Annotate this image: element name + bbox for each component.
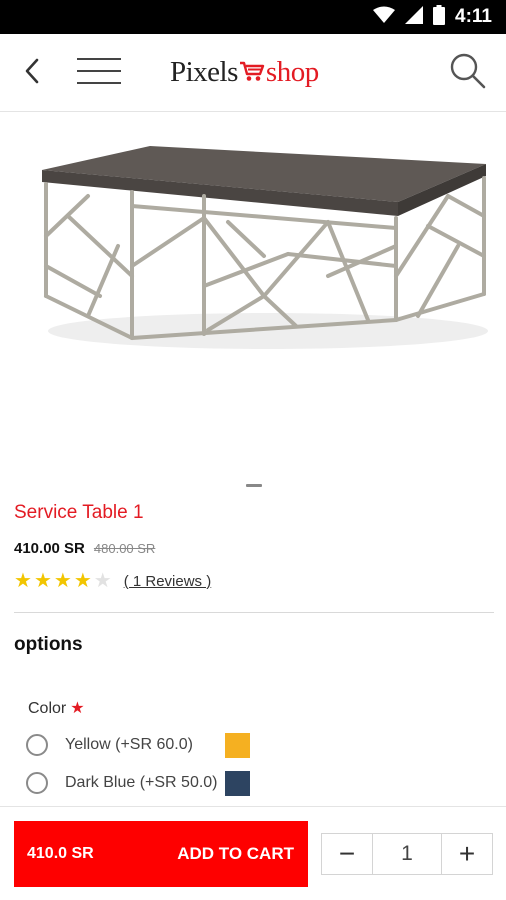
- status-icons: 4:11: [373, 4, 492, 30]
- cart-total-price: 410.0 SR: [27, 845, 94, 862]
- search-button[interactable]: [444, 34, 492, 112]
- quantity-stepper: − 1 +: [321, 833, 493, 875]
- product-image[interactable]: [28, 126, 502, 376]
- app-header: Pixels shop: [0, 34, 506, 112]
- menu-button[interactable]: [72, 34, 126, 112]
- hamburger-menu-icon: [75, 56, 123, 91]
- quantity-value[interactable]: 1: [373, 834, 441, 874]
- quantity-increase-button[interactable]: +: [441, 834, 492, 874]
- quantity-decrease-button[interactable]: −: [322, 834, 373, 874]
- color-label-text: Color: [28, 700, 67, 717]
- cart-icon: [239, 57, 265, 88]
- status-bar: 4:11: [0, 0, 506, 34]
- color-option-yellow[interactable]: Yellow (+SR 60.0): [26, 730, 250, 760]
- status-time: 4:11: [455, 6, 492, 27]
- color-option-label: Color ★: [28, 698, 85, 718]
- add-to-cart-label: ADD TO CART: [177, 844, 294, 863]
- color-option-text: Yellow (+SR 60.0): [65, 736, 193, 753]
- star-icon: ★: [93, 570, 112, 592]
- color-option-text: Dark Blue (+SR 50.0): [65, 774, 218, 791]
- price-row: 410.00 SR 480.00 SR: [14, 540, 155, 557]
- product-title: Service Table 1: [14, 502, 144, 523]
- color-option-dark-blue[interactable]: Dark Blue (+SR 50.0): [26, 768, 250, 798]
- original-price: 480.00 SR: [93, 541, 156, 556]
- reviews-link[interactable]: ( 1 Reviews ): [124, 573, 212, 590]
- color-swatch: [225, 770, 250, 796]
- back-button[interactable]: [10, 34, 54, 112]
- logo-text-pixels: Pixels: [170, 55, 238, 88]
- rating-row: ★ ★ ★ ★ ★ ( 1 Reviews ): [14, 570, 211, 592]
- signal-icon: [405, 5, 424, 29]
- battery-icon: [433, 4, 446, 30]
- app-logo[interactable]: Pixels shop: [170, 52, 319, 92]
- radio-button[interactable]: [26, 734, 48, 756]
- star-icon: ★: [53, 570, 72, 592]
- cart-bar: 410.0 SR ADD TO CART − 1 +: [0, 806, 506, 900]
- star-icon: ★: [33, 570, 52, 592]
- add-to-cart-button[interactable]: 410.0 SR ADD TO CART: [14, 821, 308, 887]
- required-star-icon: ★: [70, 700, 85, 717]
- current-price: 410.00 SR: [14, 540, 85, 557]
- search-icon: [449, 52, 487, 95]
- radio-button[interactable]: [26, 772, 48, 794]
- image-pager-indicator: [246, 484, 262, 487]
- star-icon: ★: [73, 570, 92, 592]
- logo-text-shop: shop: [265, 55, 319, 88]
- color-swatch: [225, 732, 250, 758]
- options-heading: options: [14, 634, 83, 655]
- rating-stars: ★ ★ ★ ★ ★: [14, 570, 112, 592]
- wifi-icon: [373, 6, 396, 29]
- star-icon: ★: [14, 570, 32, 592]
- back-arrow-icon: [23, 57, 41, 90]
- divider: [14, 612, 494, 613]
- coffee-table-illustration: [42, 146, 488, 349]
